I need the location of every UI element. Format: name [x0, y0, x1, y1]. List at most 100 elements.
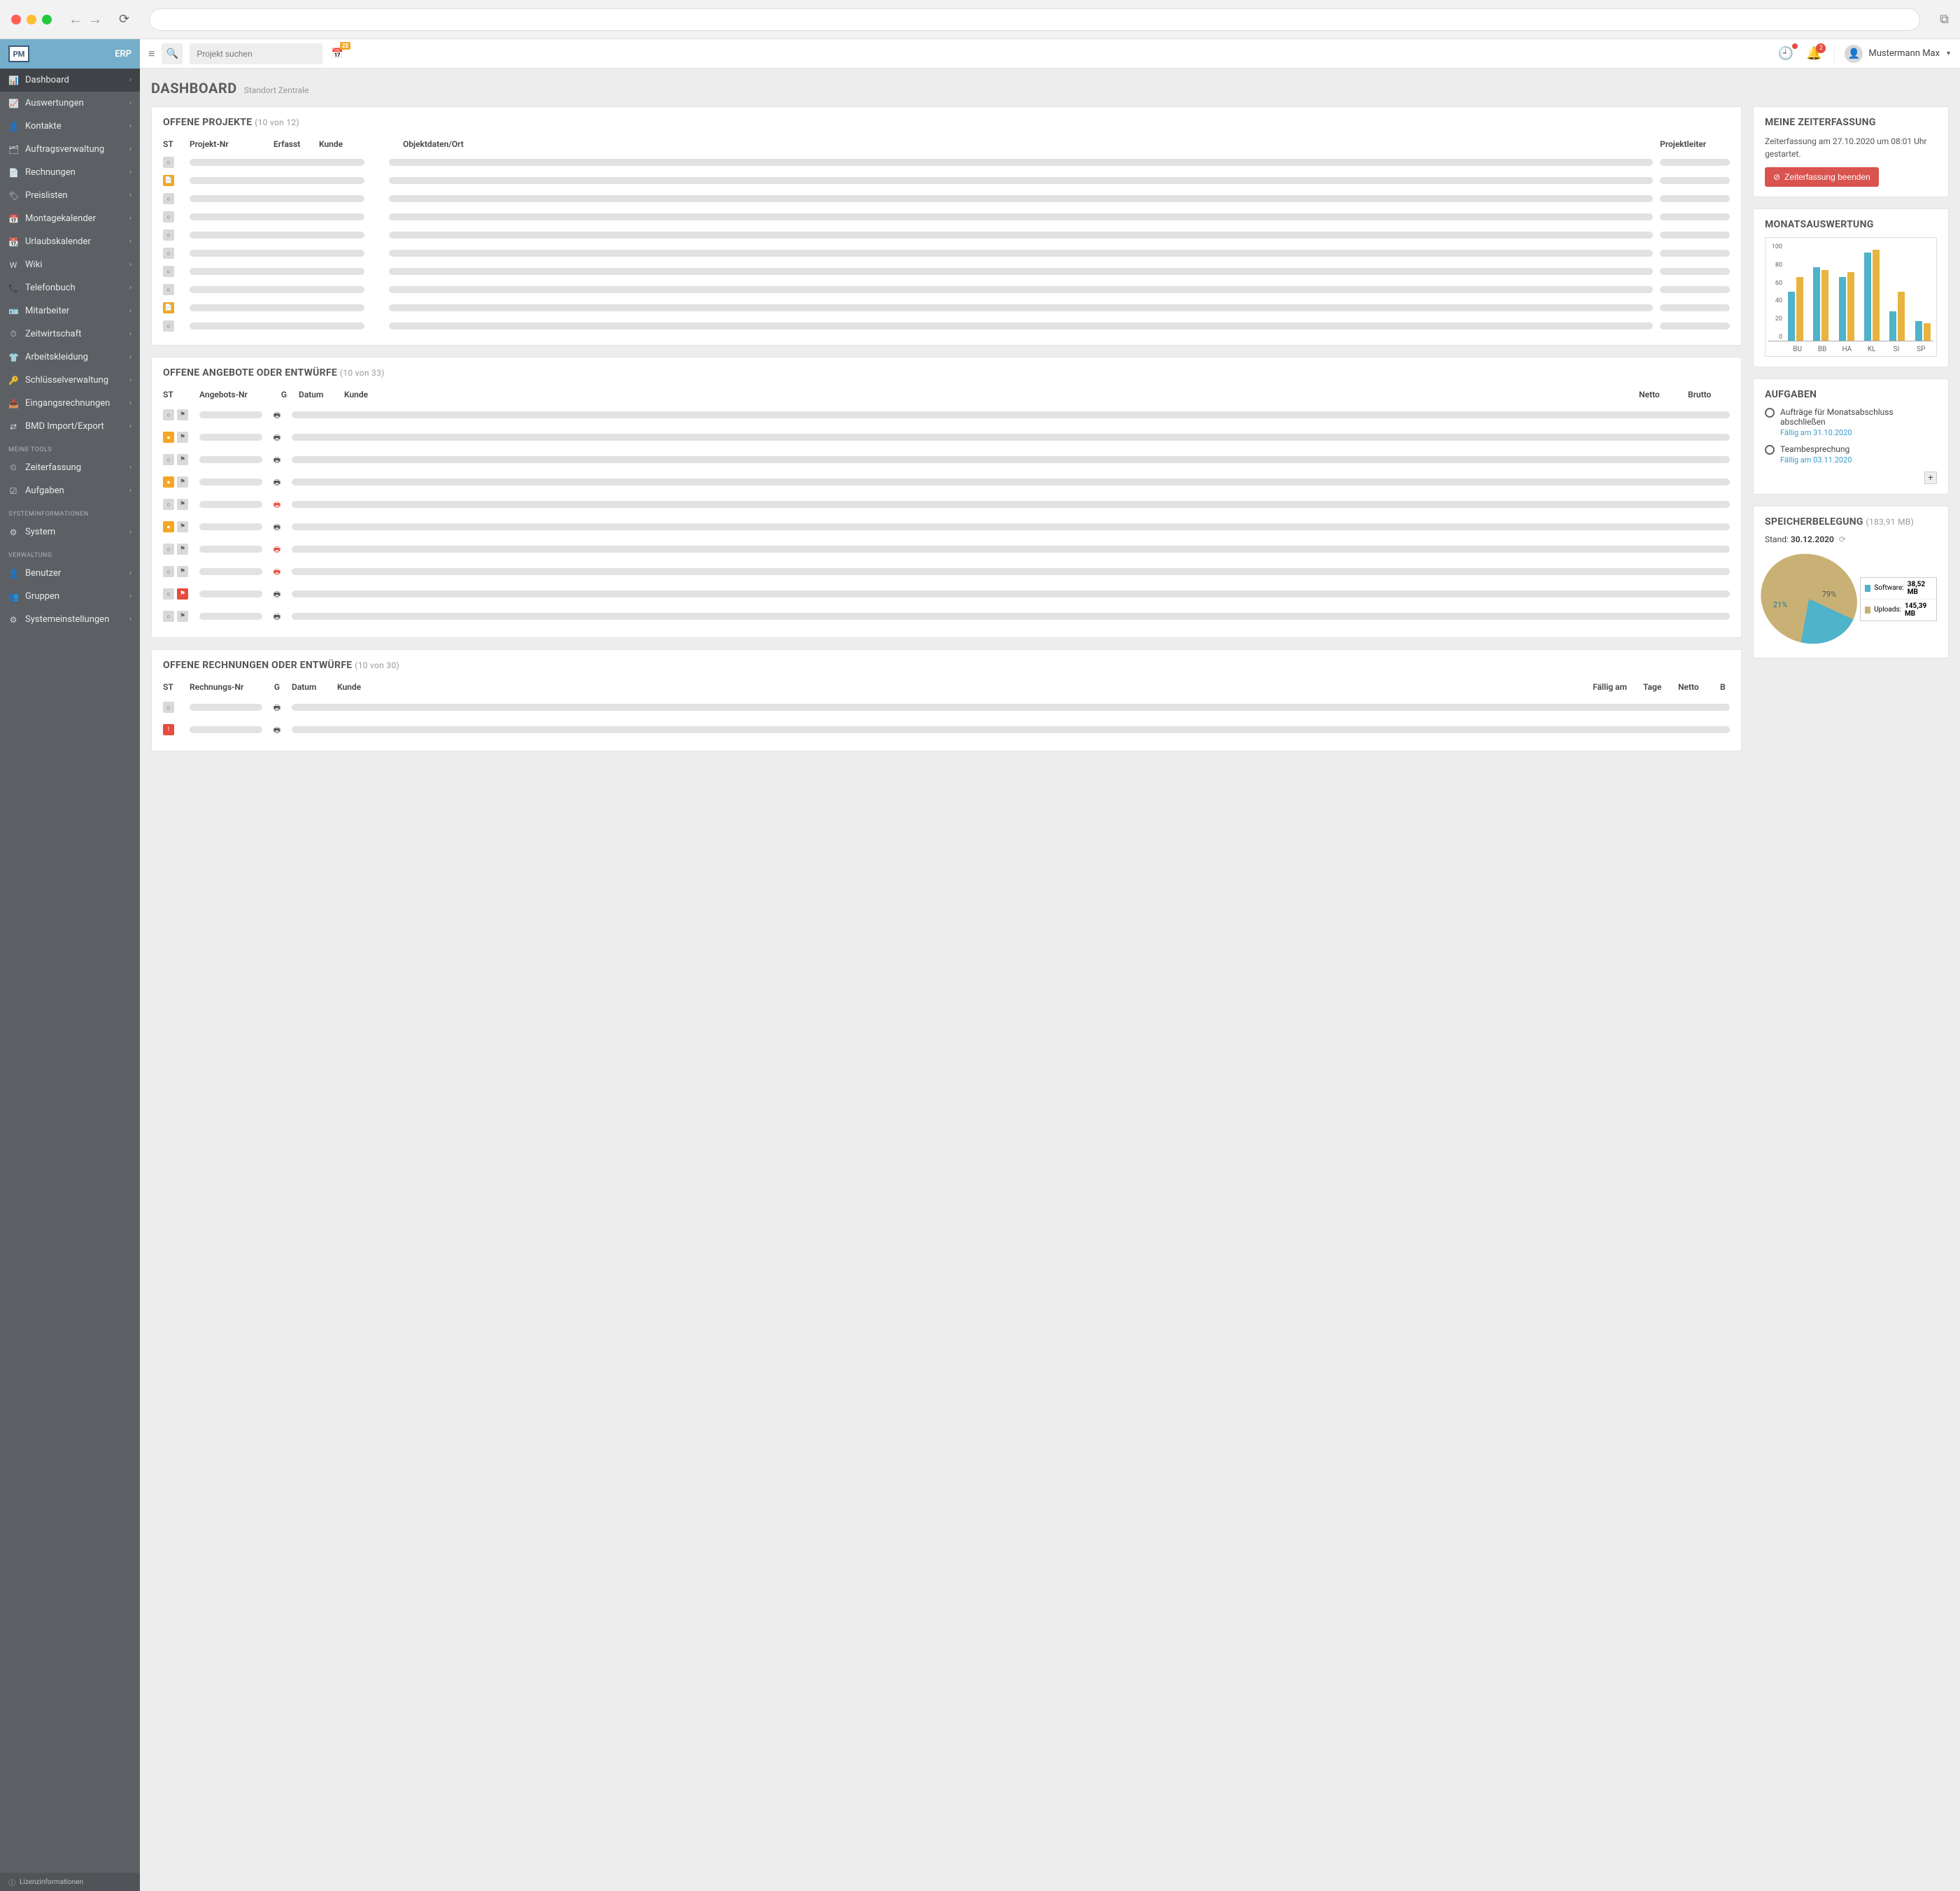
chevron-right-icon: ›: [129, 353, 132, 361]
sidebar-item-dashboard[interactable]: 📊Dashboard›: [0, 69, 140, 92]
sidebar-item-auswertungen[interactable]: 📈Auswertungen›: [0, 92, 140, 115]
sidebar-icon: 📄: [8, 168, 18, 178]
add-task-button[interactable]: +: [1924, 472, 1937, 484]
x-axis-label: SP: [1909, 346, 1933, 353]
sidebar-item-system[interactable]: ⚙System›: [0, 520, 140, 544]
sidebar-footer[interactable]: ⓘ Lizenzinformationen: [0, 1873, 140, 1891]
sidebar-item-label: Auftragsverwaltung: [25, 144, 104, 155]
table-row[interactable]: ○: [163, 281, 1730, 299]
table-row[interactable]: ○ ⚑ 🖶: [163, 560, 1730, 583]
sidebar-item-schl-sselverwaltung[interactable]: 🔑Schlüsselverwaltung›: [0, 369, 140, 392]
task-radio[interactable]: [1765, 445, 1775, 455]
table-row[interactable]: ○: [163, 226, 1730, 244]
sidebar-item-systemeinstellungen[interactable]: ⚙Systemeinstellungen›: [0, 608, 140, 631]
sidebar-item-zeitwirtschaft[interactable]: ⏱Zeitwirtschaft›: [0, 323, 140, 346]
zeiterfassung-beenden-button[interactable]: ⊘ Zeiterfassung beenden: [1765, 167, 1879, 187]
task-radio[interactable]: [1765, 408, 1775, 418]
bar: [1813, 267, 1820, 341]
bar: [1847, 272, 1854, 341]
print-icon: 🖶: [274, 612, 280, 621]
table-row[interactable]: ! 🖶: [163, 718, 1730, 741]
close-window-button[interactable]: [11, 15, 21, 24]
table-row[interactable]: ● ⚑ 🖶: [163, 471, 1730, 493]
sidebar-icon: 🗂: [8, 145, 18, 155]
refresh-icon[interactable]: ⟳: [1839, 534, 1846, 544]
table-row[interactable]: ○: [163, 208, 1730, 226]
bell-notification-button[interactable]: 🔔 2: [1806, 46, 1821, 61]
sidebar-item-gruppen[interactable]: 👥Gruppen›: [0, 585, 140, 608]
table-row[interactable]: ● ⚑ 🖶: [163, 426, 1730, 448]
bar-group: [1887, 292, 1908, 341]
address-bar[interactable]: [149, 8, 1920, 31]
sidebar-item-kontakte[interactable]: 👤Kontakte›: [0, 115, 140, 138]
task-item[interactable]: Teambesprechung Fällig am 03.11.2020: [1765, 444, 1937, 465]
sidebar-item-montagekalender[interactable]: 📅Montagekalender›: [0, 207, 140, 230]
user-menu[interactable]: 👤 Mustermann Max ▼: [1834, 45, 1952, 63]
status-icon: !: [163, 724, 174, 735]
task-due: Fällig am 03.11.2020: [1780, 455, 1937, 465]
sidebar-item-arbeitskleidung[interactable]: 👕Arbeitskleidung›: [0, 346, 140, 369]
table-row[interactable]: ○: [163, 244, 1730, 262]
maximize-window-button[interactable]: [42, 15, 52, 24]
chevron-right-icon: ›: [129, 76, 132, 84]
sidebar-item-mitarbeiter[interactable]: 🪪Mitarbeiter›: [0, 299, 140, 323]
page-subtitle: Standort Zentrale: [244, 85, 309, 95]
table-row[interactable]: ○: [163, 153, 1730, 171]
sidebar-item-preislisten[interactable]: 🏷Preislisten›: [0, 184, 140, 207]
chevron-right-icon: ›: [129, 487, 132, 495]
bar-group: [1836, 272, 1857, 341]
sidebar-item-auftragsverwaltung[interactable]: 🗂Auftragsverwaltung›: [0, 138, 140, 161]
table-row[interactable]: ○ ⚑ 🖶: [163, 538, 1730, 560]
print-icon: 🖶: [274, 433, 280, 442]
window-controls: [11, 15, 52, 24]
sidebar-item-bmd-import-export[interactable]: ⇄BMD Import/Export›: [0, 415, 140, 438]
search-zoom-button[interactable]: 🔍: [162, 43, 183, 64]
table-row[interactable]: ○: [163, 262, 1730, 281]
table-row[interactable]: ○: [163, 190, 1730, 208]
ze-calendar-button[interactable]: 📅 ZE: [329, 46, 345, 62]
table-header: ST Rechnungs-Nr G Datum Kunde Fällig am …: [163, 678, 1730, 696]
sidebar-item-rechnungen[interactable]: 📄Rechnungen›: [0, 161, 140, 184]
task-item[interactable]: Aufträge für Monatsabschluss abschließen…: [1765, 407, 1937, 437]
status-icon: ○: [163, 454, 174, 465]
table-row[interactable]: ○ ⚑ 🖶: [163, 493, 1730, 516]
zeiterfassung-text: Zeiterfassung am 27.10.2020 um 08:01 Uhr…: [1765, 135, 1937, 160]
tabs-icon[interactable]: ⧉: [1940, 12, 1949, 27]
minimize-window-button[interactable]: [27, 15, 36, 24]
table-row[interactable]: ○ ⚑ 🖶: [163, 448, 1730, 471]
menu-toggle-button[interactable]: ≡: [148, 47, 155, 61]
table-row[interactable]: 📄: [163, 171, 1730, 190]
panel-offene-projekte: OFFENE PROJEKTE (10 von 12) ST Projekt-N…: [151, 106, 1742, 346]
pie-label-a: 79%: [1822, 590, 1836, 599]
clock-badge: [1792, 43, 1798, 49]
table-row[interactable]: ○ ⚑ 🖶: [163, 583, 1730, 605]
table-row[interactable]: ○ ⚑ 🖶: [163, 404, 1730, 426]
sidebar-item-benutzer[interactable]: 👤Benutzer›: [0, 562, 140, 585]
status-icon: ○: [163, 702, 174, 713]
sidebar-item-aufgaben[interactable]: ☑Aufgaben›: [0, 479, 140, 502]
sidebar-item-eingangsrechnungen[interactable]: 📥Eingangsrechnungen›: [0, 392, 140, 415]
task-title: Teambesprechung: [1780, 444, 1937, 454]
sidebar-item-urlaubskalender[interactable]: 📆Urlaubskalender›: [0, 230, 140, 253]
bar: [1788, 292, 1795, 341]
sidebar-item-label: BMD Import/Export: [25, 421, 104, 432]
table-row[interactable]: ○: [163, 317, 1730, 335]
sidebar-item-zeiterfassung[interactable]: ⏲Zeiterfassung›: [0, 456, 140, 479]
back-button[interactable]: ←: [69, 10, 83, 28]
table-row[interactable]: ○ 🖶: [163, 696, 1730, 718]
sidebar-item-label: Montagekalender: [25, 213, 96, 224]
sidebar-item-telefonbuch[interactable]: 📞Telefonbuch›: [0, 276, 140, 299]
table-row[interactable]: ○ ⚑ 🖶: [163, 605, 1730, 628]
forward-button[interactable]: →: [88, 10, 102, 28]
bar: [1924, 323, 1931, 341]
panel-zeiterfassung: MEINE ZEITERFASSUNG Zeiterfassung am 27.…: [1753, 106, 1949, 197]
panel-count: (10 von 33): [340, 368, 385, 378]
search-input[interactable]: [190, 43, 322, 64]
table-row[interactable]: 📄: [163, 299, 1730, 317]
sidebar-item-wiki[interactable]: WWiki›: [0, 253, 140, 276]
table-row[interactable]: ● ⚑ 🖶: [163, 516, 1730, 538]
clock-notification-button[interactable]: 🕘: [1778, 46, 1794, 61]
reload-button[interactable]: ⟳: [119, 12, 129, 27]
ze-badge: ZE: [340, 42, 350, 50]
panel-title: MONATSAUSWERTUNG: [1765, 219, 1937, 230]
